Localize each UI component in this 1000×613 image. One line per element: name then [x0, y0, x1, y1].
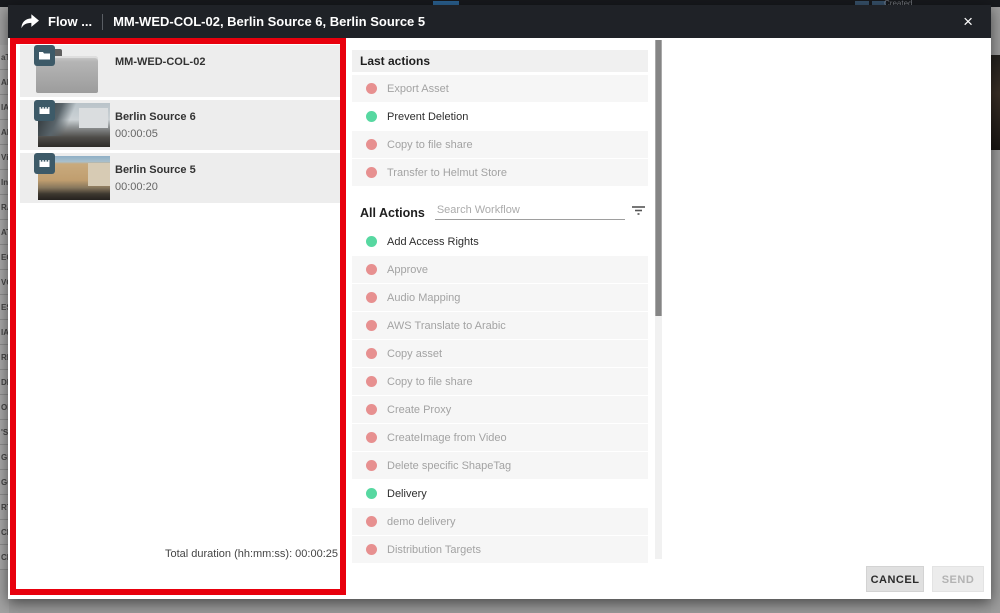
send-button[interactable]: SEND — [932, 566, 984, 592]
asset-row-video: Berlin Source 5 00:00:20 — [20, 153, 342, 203]
dialog-title-prefix: Flow ... — [48, 14, 92, 29]
action-status-dot — [366, 348, 377, 359]
scrollbar-thumb[interactable] — [655, 40, 662, 316]
action-label: Distribution Targets — [387, 544, 481, 556]
workflow-action-item[interactable]: Delete specific ShapeTag — [352, 452, 648, 479]
action-status-dot — [366, 544, 377, 555]
action-label: Export Asset — [387, 83, 449, 95]
action-label: Transfer to Helmut Store — [387, 167, 507, 179]
action-status-dot — [366, 460, 377, 471]
last-action-item[interactable]: Copy to file share — [352, 131, 648, 158]
screen: Created aTAIIAAIViInRAATEGVOESIAREDMOI'S… — [0, 0, 1000, 613]
action-status-dot — [366, 111, 377, 122]
asset-name: MM-WED-COL-02 — [115, 56, 205, 68]
workflow-action-item[interactable]: Add Access Rights — [352, 228, 648, 255]
total-duration-label: Total duration (hh:mm:ss): 00:00:25 — [20, 548, 342, 560]
action-label: Copy to file share — [387, 376, 473, 388]
actions-panel: Last actions Export Asset Prevent Deleti… — [352, 50, 648, 564]
last-action-item[interactable]: Transfer to Helmut Store — [352, 159, 648, 186]
asset-name: Berlin Source 5 — [115, 164, 196, 176]
workflow-action-item[interactable]: Copy asset — [352, 340, 648, 367]
action-label: Approve — [387, 264, 428, 276]
workflow-action-item[interactable]: demo delivery — [352, 508, 648, 535]
action-label: AWS Translate to Arabic — [387, 320, 506, 332]
action-label: Audio Mapping — [387, 292, 460, 304]
action-label: Prevent Deletion — [387, 111, 468, 123]
dialog-titlebar: Flow ... MM-WED-COL-02, Berlin Source 6,… — [8, 5, 991, 38]
workflow-action-item[interactable]: AWS Translate to Arabic — [352, 312, 648, 339]
action-status-dot — [366, 264, 377, 275]
action-status-dot — [366, 516, 377, 527]
action-label: Delivery — [387, 488, 427, 500]
video-badge-icon — [34, 153, 55, 174]
flow-dialog: Flow ... MM-WED-COL-02, Berlin Source 6,… — [8, 5, 991, 599]
action-label: Copy to file share — [387, 139, 473, 151]
video-badge-icon — [34, 100, 55, 121]
background-thumbnail-fragment — [991, 55, 1000, 150]
collection-badge-icon — [34, 45, 55, 66]
action-status-dot — [366, 139, 377, 150]
asset-name: Berlin Source 6 — [115, 111, 196, 123]
flow-share-icon — [21, 14, 39, 29]
action-label: Copy asset — [387, 348, 442, 360]
modal-backdrop-right — [991, 7, 1000, 613]
action-status-dot — [366, 488, 377, 499]
asset-row-collection: MM-WED-COL-02 — [20, 45, 342, 97]
title-divider — [102, 14, 103, 30]
workflow-action-item[interactable]: Create Proxy — [352, 396, 648, 423]
all-actions-header-row: All Actions — [352, 198, 648, 220]
asset-duration: 00:00:20 — [115, 181, 158, 193]
action-status-dot — [366, 320, 377, 331]
action-label: Add Access Rights — [387, 236, 479, 248]
workflow-action-item[interactable]: CreateImage from Video — [352, 424, 648, 451]
last-actions-header: Last actions — [352, 50, 648, 72]
action-status-dot — [366, 292, 377, 303]
workflow-action-item[interactable]: Audio Mapping — [352, 284, 648, 311]
action-status-dot — [366, 167, 377, 178]
action-status-dot — [366, 83, 377, 94]
asset-duration: 00:00:05 — [115, 128, 158, 140]
asset-list: MM-WED-COL-02 Berlin Source 6 00:00:05 — [20, 45, 342, 206]
dialog-title-assets: MM-WED-COL-02, Berlin Source 6, Berlin S… — [113, 14, 425, 29]
action-status-dot — [366, 376, 377, 387]
action-status-dot — [366, 432, 377, 443]
action-label: Create Proxy — [387, 404, 451, 416]
search-workflow-input[interactable] — [435, 202, 625, 220]
workflow-action-item[interactable]: Copy to file share — [352, 368, 648, 395]
close-icon[interactable]: × — [959, 11, 977, 32]
asset-row-video: Berlin Source 6 00:00:05 — [20, 100, 342, 150]
workflow-action-item[interactable]: Approve — [352, 256, 648, 283]
action-label: Delete specific ShapeTag — [387, 460, 511, 472]
cancel-button[interactable]: CANCEL — [866, 566, 924, 592]
dialog-body: MM-WED-COL-02 Berlin Source 6 00:00:05 — [8, 38, 991, 599]
last-action-item[interactable]: Export Asset — [352, 75, 648, 102]
last-action-item[interactable]: Prevent Deletion — [352, 103, 648, 130]
workflow-action-item[interactable]: Delivery — [352, 480, 648, 507]
workflow-action-item[interactable]: Distribution Targets — [352, 536, 648, 563]
filter-icon[interactable] — [631, 204, 646, 216]
action-status-dot — [366, 404, 377, 415]
action-status-dot — [366, 236, 377, 247]
action-label: demo delivery — [387, 516, 455, 528]
action-label: CreateImage from Video — [387, 432, 507, 444]
all-actions-header: All Actions — [352, 206, 425, 220]
